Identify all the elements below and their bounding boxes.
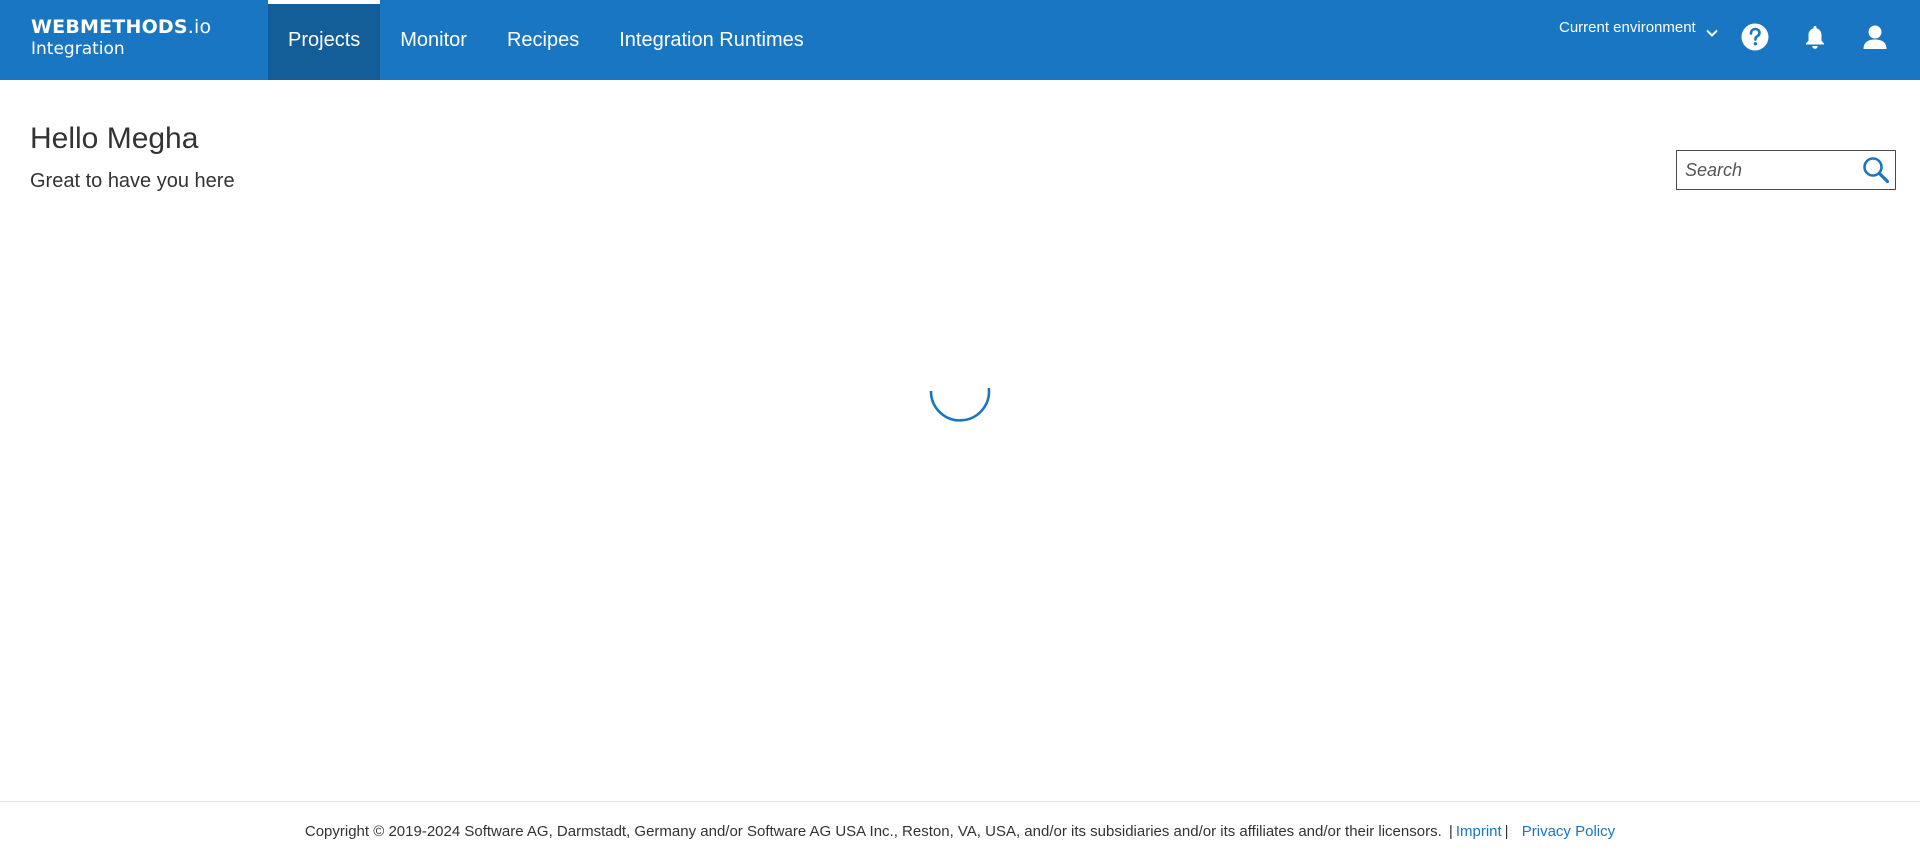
copyright-text: Copyright © 2019-2024 Software AG, Darms… [304,823,1442,840]
brand-logo[interactable]: WEBMETHODS.io Integration [31,18,211,58]
footer-separator: | [1448,823,1453,840]
brand-name: WEBMETHODS.io [31,18,211,37]
search-input[interactable] [1677,151,1861,189]
top-navigation-bar: WEBMETHODS.io Integration Projects Monit… [0,0,1920,80]
search-box [1676,150,1896,190]
brand-name-bold: WEBMETHODS [31,16,188,38]
privacy-policy-link[interactable]: Privacy Policy [1522,823,1615,840]
page-title: Hello Megha [30,122,199,155]
main-nav: Projects Monitor Recipes Integration Run… [268,0,824,80]
tab-recipes[interactable]: Recipes [487,0,599,80]
page-subtitle: Great to have you here [30,170,235,192]
bell-icon[interactable] [1800,22,1830,52]
brand-subtitle: Integration [31,39,125,59]
search-icon[interactable] [1861,155,1891,185]
environment-label: Current environment [1559,19,1696,36]
loading-spinner [929,387,991,422]
footer: Copyright © 2019-2024 Software AG, Darms… [0,801,1920,857]
tab-integration-runtimes[interactable]: Integration Runtimes [599,0,824,80]
imprint-link[interactable]: Imprint [1456,823,1502,840]
tab-monitor[interactable]: Monitor [380,0,487,80]
tab-projects[interactable]: Projects [268,0,381,80]
environment-selector[interactable]: Current environment [1559,19,1720,41]
help-icon[interactable] [1740,22,1770,52]
footer-separator: | [1504,823,1509,840]
user-icon[interactable] [1860,22,1890,52]
chevron-down-icon [1706,29,1718,37]
brand-name-suffix: .io [187,16,212,38]
